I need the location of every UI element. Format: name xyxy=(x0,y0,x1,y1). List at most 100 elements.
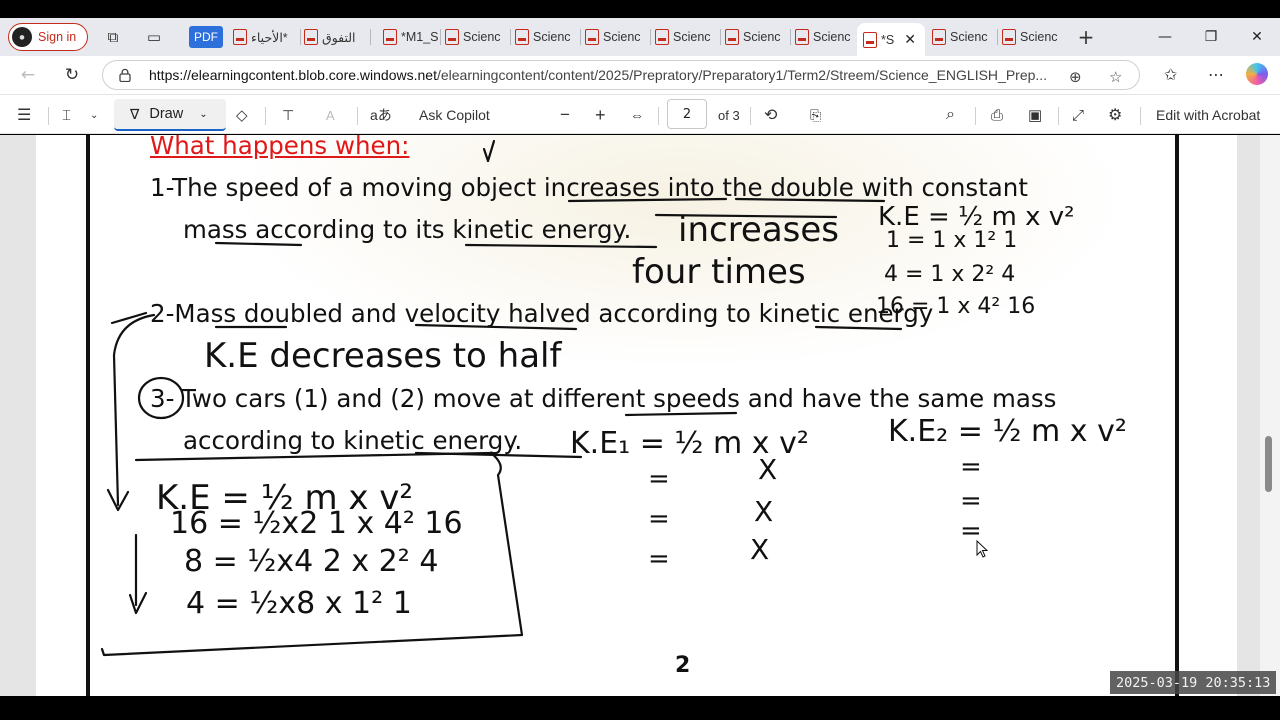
tab-label: *S xyxy=(881,32,895,47)
read-aloud-icon[interactable]: aあ xyxy=(370,104,392,126)
print-icon[interactable]: ⎙ xyxy=(991,104,1003,126)
tab-6[interactable]: Scienc xyxy=(655,23,721,51)
pdf-icon xyxy=(863,31,877,48)
page-total: of 3 xyxy=(718,107,740,123)
tab-7[interactable]: Scienc xyxy=(725,23,791,51)
page-number-input[interactable]: 2 xyxy=(667,99,707,129)
more-icon[interactable]: ⋯ xyxy=(1208,65,1224,84)
scrollbar-thumb[interactable] xyxy=(1265,436,1272,492)
tab-10[interactable]: Scienc xyxy=(932,23,998,51)
watermark-logo xyxy=(231,135,1131,370)
svg-text:=: = xyxy=(648,464,670,494)
pdf-toolbar: ☰ ⌶ ⌄ ∇ Draw ⌄ ◇ ⊤ A aあ Ask Copilot − + … xyxy=(0,94,1280,134)
page-number: 2 xyxy=(675,653,691,678)
draw-dropdown-icon[interactable]: ⌄ xyxy=(199,109,207,120)
question-1-line-2: mass according to its kinetic energy. xyxy=(183,215,632,244)
top-black-bar xyxy=(0,0,1280,18)
mouse-cursor-icon xyxy=(976,540,988,558)
ink-arrow-head xyxy=(106,488,130,512)
text-format-icon: A xyxy=(326,107,335,123)
tab-4[interactable]: Scienc xyxy=(515,23,581,51)
ink-box xyxy=(100,451,524,657)
eraser-icon[interactable]: ◇ xyxy=(236,104,248,126)
address-bar[interactable]: https://elearningcontent.blob.core.windo… xyxy=(102,60,1140,90)
tab-label: Scienc xyxy=(743,30,781,44)
sign-in-label: Sign in xyxy=(38,30,77,44)
draw-button[interactable]: ∇ Draw ⌄ xyxy=(114,99,226,131)
ink-box-row-1: 16 = ½x2 1 x 4² 16 xyxy=(170,506,463,541)
tab-label: الأحياء* xyxy=(251,30,288,45)
contents-icon[interactable]: ☰ xyxy=(17,104,31,126)
back-icon[interactable]: ← xyxy=(17,64,39,86)
tab-8[interactable]: Scienc xyxy=(795,23,857,51)
restore-icon[interactable]: ❐ xyxy=(1188,18,1234,56)
tab-11[interactable]: Scienc xyxy=(1002,23,1064,51)
edit-with-acrobat-button[interactable]: Edit with Acrobat xyxy=(1156,104,1260,126)
pdf-icon xyxy=(795,29,809,45)
highlight-dropdown-icon[interactable]: ⌄ xyxy=(90,104,98,126)
rotate-icon[interactable]: ⟲ xyxy=(764,104,777,126)
favorite-icon[interactable]: ☆ xyxy=(1109,68,1122,86)
tab-5[interactable]: Scienc xyxy=(585,23,651,51)
page-border-right xyxy=(1175,135,1179,696)
workspaces-icon[interactable]: ⧉ xyxy=(103,27,123,47)
svg-text:=: = xyxy=(648,504,670,534)
tab-label: التفوق xyxy=(322,30,356,45)
new-tab-icon[interactable]: + xyxy=(1076,25,1096,49)
pdf-icon xyxy=(655,29,669,45)
pdf-icon xyxy=(445,29,459,45)
minimize-icon[interactable]: — xyxy=(1142,18,1188,56)
page-view-icon[interactable]: ⎘ xyxy=(810,104,821,126)
tab-1[interactable]: التفوق xyxy=(304,23,371,51)
vertical-scrollbar[interactable] xyxy=(1260,135,1280,696)
svg-text:X: X xyxy=(758,453,777,486)
zoom-in-icon[interactable]: + xyxy=(595,104,606,126)
tab-2[interactable]: *M1_S xyxy=(383,23,441,51)
ask-copilot-button[interactable]: Ask Copilot xyxy=(419,104,490,126)
tab-label: Scienc xyxy=(533,30,571,44)
tab-0[interactable]: الأحياء* xyxy=(233,23,301,51)
svg-text:=: = xyxy=(960,452,982,482)
favorites-icon[interactable]: ✩ xyxy=(1164,65,1177,84)
settings-gear-icon[interactable]: ⚙ xyxy=(1108,104,1122,126)
tab-3[interactable]: Scienc xyxy=(445,23,511,51)
document-viewer[interactable]: What happens when: 1-The speed of a movi… xyxy=(0,135,1280,696)
refresh-icon[interactable]: ↻ xyxy=(61,64,83,86)
question-3-line-1: Two cars (1) and (2) move at different s… xyxy=(181,384,1057,413)
pdf-icon xyxy=(383,29,397,45)
close-tab-icon[interactable]: ✕ xyxy=(904,31,916,48)
url-host: https://elearningcontent.blob.core.windo… xyxy=(149,67,437,83)
tab-active[interactable]: *S ✕ xyxy=(857,23,925,56)
bottom-black-bar xyxy=(0,696,1280,720)
page-border-left xyxy=(86,135,90,696)
pdf-icon xyxy=(725,29,739,45)
tab-actions-icon[interactable]: ▭ xyxy=(144,27,164,47)
fit-width-icon[interactable]: ⇔ xyxy=(630,104,644,126)
svg-text:=: = xyxy=(960,486,982,516)
pdf-icon xyxy=(233,29,247,45)
expand-icon[interactable]: ⤢ xyxy=(1072,104,1084,126)
sign-in-button[interactable]: ● Sign in xyxy=(8,23,88,51)
pdf-icon xyxy=(1002,29,1016,45)
copilot-icon[interactable] xyxy=(1246,63,1268,85)
zoom-icon[interactable]: ⊕ xyxy=(1069,68,1082,86)
draw-label: Draw xyxy=(149,106,184,122)
pdf-badge[interactable]: PDF xyxy=(189,26,223,48)
ink-eq-3a: K.E₁ = ½ m x v² xyxy=(570,426,809,461)
tab-label: Scienc xyxy=(813,30,851,44)
save-icon[interactable]: ▣ xyxy=(1028,104,1042,126)
close-window-icon[interactable]: ✕ xyxy=(1234,18,1280,56)
pdf-icon xyxy=(515,29,529,45)
ink-box-eq: K.E = ½ m x v² xyxy=(156,478,413,518)
lock-icon xyxy=(119,68,131,82)
screen: ● Sign in ⧉ ▭ PDF الأحياء* التفوق *M1_S … xyxy=(0,0,1280,720)
window-controls: — ❐ ✕ xyxy=(1142,18,1280,56)
pdf-icon xyxy=(932,29,946,45)
tab-strip: ● Sign in ⧉ ▭ PDF الأحياء* التفوق *M1_S … xyxy=(0,18,1280,56)
search-icon[interactable]: ⌕ xyxy=(946,104,955,126)
highlight-icon[interactable]: ⌶ xyxy=(62,104,71,126)
svg-text:X: X xyxy=(754,495,773,528)
question-2-line-1: 2-Mass doubled and velocity halved accor… xyxy=(150,299,934,328)
text-box-icon[interactable]: ⊤ xyxy=(282,104,294,126)
zoom-out-icon[interactable]: − xyxy=(560,104,570,126)
